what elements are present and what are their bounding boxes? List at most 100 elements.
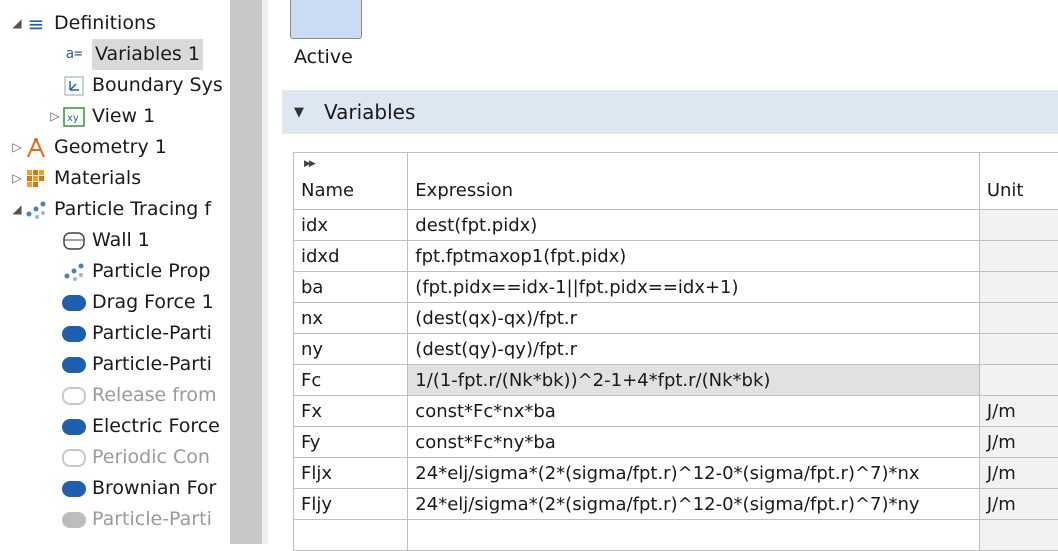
tree-item[interactable]: Boundary Sys bbox=[48, 70, 223, 101]
cell-name[interactable]: idxd bbox=[294, 241, 408, 272]
column-header-name[interactable]: ▶▶ Name bbox=[294, 153, 408, 210]
table-row[interactable]: Fxconst*Fc*nx*baJ/m bbox=[294, 396, 1058, 427]
cell-name[interactable]: Fx bbox=[294, 396, 408, 427]
cell-unit[interactable]: J/m bbox=[979, 427, 1058, 458]
table-row[interactable] bbox=[294, 520, 1058, 551]
active-label: Active bbox=[294, 46, 353, 68]
cell-unit[interactable] bbox=[979, 365, 1058, 396]
active-selection-box[interactable] bbox=[290, 0, 362, 39]
cell-expression[interactable]: dest(fpt.pidx) bbox=[408, 210, 980, 241]
cell-expression[interactable]: (dest(qy)-qy)/fpt.r bbox=[408, 334, 980, 365]
tree-item[interactable]: Particle Prop bbox=[48, 256, 210, 287]
tree-item[interactable]: Particle-Parti bbox=[48, 504, 212, 535]
tree-item[interactable]: Particle-Parti bbox=[48, 318, 212, 349]
cell-name[interactable]: nx bbox=[294, 303, 408, 334]
cell-expression[interactable]: 1/(1-fpt.r/(Nk*bk))^2-1+4*fpt.r/(Nk*bk) bbox=[408, 365, 980, 396]
cell-name[interactable]: ny bbox=[294, 334, 408, 365]
coordinate-system-icon bbox=[62, 75, 86, 97]
cell-unit[interactable]: J/m bbox=[979, 396, 1058, 427]
cell-expression[interactable]: fpt.fptmaxop1(fpt.pidx) bbox=[408, 241, 980, 272]
settings-panel: Active ▼ Variables ▶▶ Name Expression Un… bbox=[268, 0, 1058, 544]
force-icon bbox=[62, 292, 86, 314]
cell-name[interactable]: ba bbox=[294, 272, 408, 303]
tree-item-label: Periodic Con bbox=[92, 442, 210, 473]
tree-item[interactable]: ▷xyView 1 bbox=[48, 101, 155, 132]
collapse-triangle-icon[interactable]: ▼ bbox=[294, 105, 304, 120]
expanded-arrow-icon[interactable]: ◢ bbox=[10, 8, 24, 39]
tree-item[interactable]: Drag Force 1 bbox=[48, 287, 214, 318]
expanded-arrow-icon[interactable]: ◢ bbox=[10, 194, 24, 225]
collapsed-arrow-icon[interactable]: ▷ bbox=[48, 101, 62, 132]
tree-item[interactable]: a=Variables 1 bbox=[48, 39, 203, 70]
tree-item-label: Geometry 1 bbox=[54, 132, 167, 163]
cell-unit[interactable] bbox=[979, 303, 1058, 334]
cell-expression[interactable]: (dest(qx)-qx)/fpt.r bbox=[408, 303, 980, 334]
tree-item[interactable]: Wall 1 bbox=[48, 225, 150, 256]
cell-name[interactable]: idx bbox=[294, 210, 408, 241]
tree-item-label: Particle Tracing f bbox=[54, 194, 211, 225]
tree-item[interactable]: ◢ Particle Tracing f bbox=[10, 194, 211, 225]
force-icon bbox=[62, 416, 86, 438]
model-tree[interactable]: ◢≡Definitionsa=Variables 1Boundary Sys▷x… bbox=[0, 0, 230, 544]
wall-icon bbox=[62, 230, 86, 252]
force-icon bbox=[62, 509, 86, 531]
column-header-expression[interactable]: Expression bbox=[408, 153, 980, 210]
tree-item[interactable]: ◢≡Definitions bbox=[10, 8, 156, 39]
cell-unit[interactable] bbox=[979, 241, 1058, 272]
table-row[interactable]: idxdest(fpt.pidx) bbox=[294, 210, 1058, 241]
table-row[interactable]: idxdfpt.fptmaxop1(fpt.pidx) bbox=[294, 241, 1058, 272]
tree-item-label: Definitions bbox=[54, 8, 156, 39]
variables-table[interactable]: ▶▶ Name Expression Unit idxdest(fpt.pidx… bbox=[293, 152, 1058, 551]
cell-name[interactable] bbox=[294, 520, 408, 551]
section-title: Variables bbox=[324, 100, 415, 124]
release-icon bbox=[62, 385, 86, 407]
table-row[interactable]: ny(dest(qy)-qy)/fpt.r bbox=[294, 334, 1058, 365]
column-header-label: Name bbox=[301, 180, 354, 201]
tree-item-label: Wall 1 bbox=[92, 225, 150, 256]
tree-item-label: Boundary Sys bbox=[92, 70, 223, 101]
table-row[interactable]: Fljx24*elj/sigma*(2*(sigma/fpt.r)^12-0*(… bbox=[294, 458, 1058, 489]
table-row[interactable]: Fc1/(1-fpt.r/(Nk*bk))^2-1+4*fpt.r/(Nk*bk… bbox=[294, 365, 1058, 396]
tree-item-label: Particle Prop bbox=[92, 256, 210, 287]
cell-unit[interactable]: J/m bbox=[979, 489, 1058, 520]
tree-item-label: Release from bbox=[92, 380, 217, 411]
materials-icon bbox=[24, 168, 48, 190]
cell-name[interactable]: Fljy bbox=[294, 489, 408, 520]
cell-expression[interactable]: 24*elj/sigma*(2*(sigma/fpt.r)^12-0*(sigm… bbox=[408, 489, 980, 520]
tree-item-label: Electric Force bbox=[92, 411, 220, 442]
cell-expression[interactable] bbox=[408, 520, 980, 551]
cell-expression[interactable]: const*Fc*nx*ba bbox=[408, 396, 980, 427]
tree-item[interactable]: Particle-Parti bbox=[48, 349, 212, 380]
table-row[interactable]: nx(dest(qx)-qx)/fpt.r bbox=[294, 303, 1058, 334]
cell-name[interactable]: Fljx bbox=[294, 458, 408, 489]
cell-unit[interactable] bbox=[979, 210, 1058, 241]
variables-section-header[interactable]: ▼ Variables bbox=[282, 90, 1058, 134]
cell-name[interactable]: Fy bbox=[294, 427, 408, 458]
tree-item-label: Particle-Parti bbox=[92, 318, 212, 349]
table-header-row: ▶▶ Name Expression Unit bbox=[294, 153, 1058, 210]
collapsed-arrow-icon[interactable]: ▷ bbox=[10, 163, 24, 194]
table-row[interactable]: ba(fpt.pidx==idx-1||fpt.pidx==idx+1) bbox=[294, 272, 1058, 303]
cell-expression[interactable]: (fpt.pidx==idx-1||fpt.pidx==idx+1) bbox=[408, 272, 980, 303]
tree-item[interactable]: ▷ Geometry 1 bbox=[10, 132, 167, 163]
collapsed-arrow-icon[interactable]: ▷ bbox=[10, 132, 24, 163]
table-row[interactable]: Fljy24*elj/sigma*(2*(sigma/fpt.r)^12-0*(… bbox=[294, 489, 1058, 520]
cell-expression[interactable]: const*Fc*ny*ba bbox=[408, 427, 980, 458]
tree-item[interactable]: Release from bbox=[48, 380, 217, 411]
variables-icon: a= bbox=[62, 44, 86, 66]
tree-item[interactable]: Brownian For bbox=[48, 473, 216, 504]
cell-unit[interactable] bbox=[979, 334, 1058, 365]
cell-unit[interactable] bbox=[979, 272, 1058, 303]
tree-item[interactable]: ▷Materials bbox=[10, 163, 141, 194]
column-header-unit[interactable]: Unit bbox=[979, 153, 1058, 210]
cell-expression[interactable]: 24*elj/sigma*(2*(sigma/fpt.r)^12-0*(sigm… bbox=[408, 458, 980, 489]
cell-unit[interactable]: J/m bbox=[979, 458, 1058, 489]
splitter[interactable] bbox=[230, 0, 262, 544]
tree-item[interactable]: Electric Force bbox=[48, 411, 220, 442]
table-row[interactable]: Fyconst*Fc*ny*baJ/m bbox=[294, 427, 1058, 458]
cell-name[interactable]: Fc bbox=[294, 365, 408, 396]
expand-columns-icon[interactable]: ▶▶ bbox=[304, 159, 314, 169]
tree-item[interactable]: Periodic Con bbox=[48, 442, 210, 473]
cell-unit[interactable] bbox=[979, 520, 1058, 551]
view-icon: xy bbox=[62, 106, 86, 128]
